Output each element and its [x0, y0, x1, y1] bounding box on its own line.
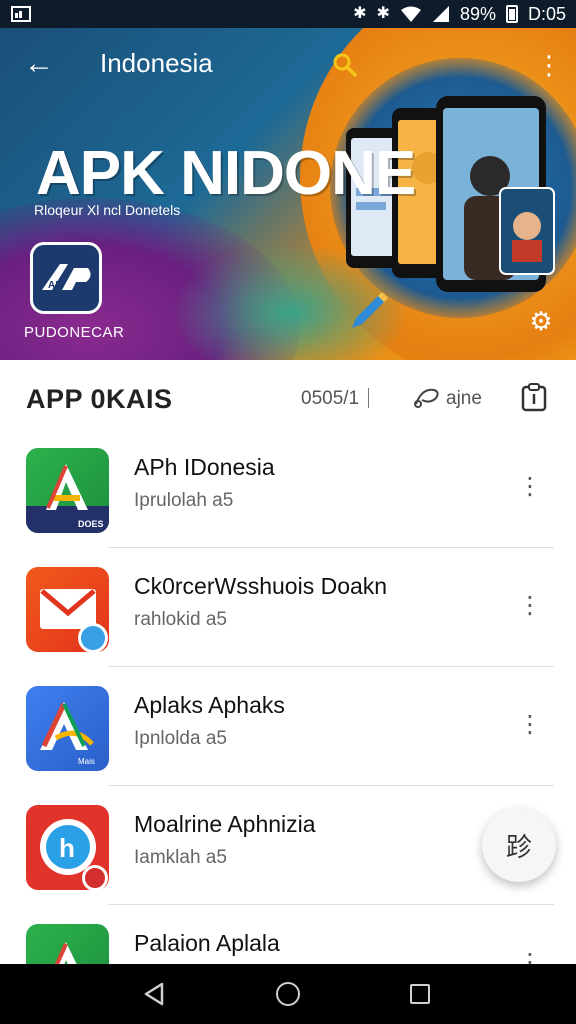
hero-banner: ← Indonesia ⋮ APK NIDONE Rloqeur Xl ncl … — [0, 28, 576, 360]
list-title: APP 0KAIS — [26, 384, 173, 414]
system-nav-bar — [0, 964, 576, 1024]
more-vert-icon[interactable]: ⋮ — [518, 591, 542, 621]
brand-logo: AP — [30, 242, 102, 314]
status-right: ✱ ✱ 89% D:05 — [353, 4, 566, 25]
list-item[interactable]: Mais Aplaks Aphaks Ipnlolda a5 ⋮ — [0, 668, 576, 786]
status-left — [10, 5, 32, 23]
banner-subtitle: Rloqeur Xl ncl Donetels — [34, 202, 181, 218]
list-item[interactable]: DOES APh IDonesia Iprulolah a5 ⋮ — [0, 430, 576, 548]
list-header: APP 0KAIS 0505/1 ajne — [0, 360, 576, 434]
item-divider — [108, 785, 554, 786]
brand-logo-label: PUDONECAR — [24, 324, 125, 341]
list-item-subtitle: Iprulolah a5 — [134, 490, 234, 511]
status-time: D:05 — [527, 3, 566, 24]
app-badge-icon — [82, 865, 108, 891]
item-divider — [108, 547, 554, 548]
nav-recents-icon[interactable] — [410, 984, 430, 1004]
list-item-title: Moalrine Aphnizia — [134, 811, 316, 837]
app-glyph-a-blue: Mais — [40, 702, 95, 766]
app-badge-text: Mais — [78, 757, 95, 766]
logo-text: AP — [48, 280, 62, 291]
fab-icon: 跈 — [505, 831, 532, 862]
count-divider — [368, 388, 369, 408]
battery-percent: 89% — [459, 3, 496, 24]
card-overlay — [499, 187, 555, 275]
app-glyph-a: DOES — [26, 464, 109, 533]
app-icon-mail — [26, 567, 109, 653]
app-badge-text: DOES — [78, 519, 104, 529]
wifi-icon — [400, 6, 421, 22]
more-vert-icon[interactable]: ⋮ — [518, 710, 542, 740]
app-icon-red-h: h — [26, 805, 109, 891]
list-item-title: APh IDonesia — [134, 454, 275, 480]
item-divider — [108, 666, 554, 667]
logo-icon: AP — [42, 264, 91, 291]
toolbar-title: Indonesia — [100, 48, 213, 78]
item-divider — [108, 904, 554, 905]
pen-icon — [352, 292, 388, 328]
list-item-subtitle: Ipnlolda a5 — [134, 728, 227, 749]
floating-action-button[interactable]: 跈 — [482, 808, 556, 882]
list-item-title: Ck0rcerWsshuois Doakn — [134, 573, 388, 599]
list-item-subtitle: rahlokid a5 — [134, 609, 227, 630]
sort-label[interactable]: ajne — [446, 388, 482, 410]
vibrate-icon: ✱ — [376, 5, 390, 22]
battery-icon — [505, 5, 518, 23]
settings-gear-icon[interactable]: ⚙ — [526, 306, 556, 336]
status-bar: ✱ ✱ 89% D:05 — [0, 0, 576, 28]
sort-icon[interactable] — [412, 384, 442, 410]
nav-home-icon[interactable] — [276, 982, 300, 1006]
bluetooth-icon: ✱ — [353, 5, 367, 22]
screenshot-icon — [11, 6, 31, 22]
list-item[interactable]: Ck0rcerWsshuois Doakn rahlokid a5 ⋮ — [0, 549, 576, 667]
app-badge-icon — [78, 623, 108, 653]
app-icon-green-a: DOES — [26, 448, 109, 533]
back-arrow-icon[interactable]: ← — [24, 46, 60, 82]
banner-title: APK NIDONE — [36, 139, 416, 208]
svg-text:h: h — [59, 833, 75, 863]
nav-back-icon[interactable] — [140, 980, 168, 1008]
clipboard-icon[interactable] — [520, 382, 548, 412]
list-item-subtitle: Iamklah a5 — [134, 847, 227, 868]
list-item-title: Aplaks Aphaks — [134, 692, 285, 718]
list-item-title: Palaion Aplala — [134, 930, 280, 956]
list-count: 0505/1 — [301, 388, 360, 409]
signal-icon — [432, 6, 449, 22]
app-icon-blue-a: Mais — [26, 686, 109, 771]
more-vert-icon[interactable]: ⋮ — [518, 472, 542, 502]
